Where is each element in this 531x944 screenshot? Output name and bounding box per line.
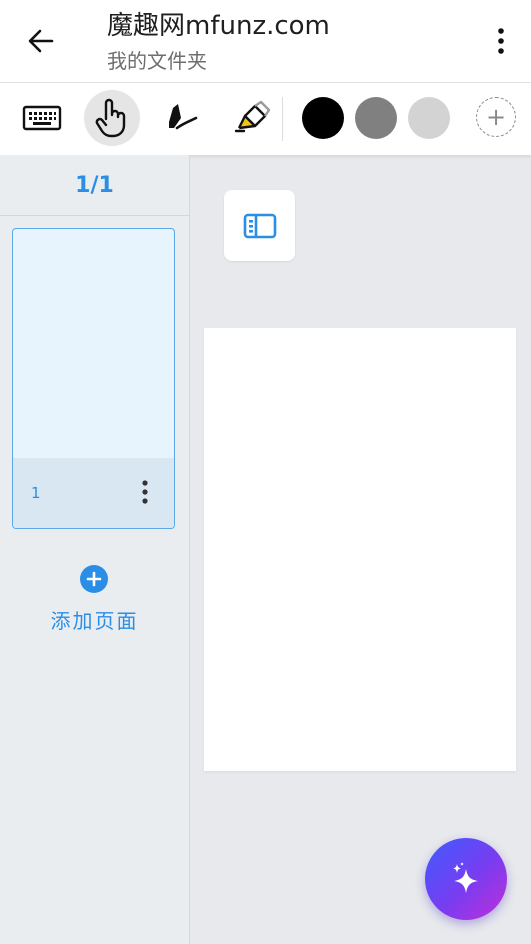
- document-canvas[interactable]: [204, 328, 516, 771]
- thumbnail-menu-button[interactable]: [138, 478, 152, 508]
- pen-tool-button[interactable]: [154, 90, 210, 146]
- keyboard-icon: [22, 105, 62, 131]
- highlighter-tool-button[interactable]: [224, 90, 280, 146]
- add-color-button[interactable]: +: [476, 97, 516, 137]
- keyboard-tool-button[interactable]: [14, 90, 70, 146]
- arrow-left-icon: [28, 29, 54, 53]
- page-counter: 1/1: [0, 155, 189, 216]
- drawing-toolbar: +: [0, 83, 531, 155]
- folder-subtitle: 我的文件夹: [107, 49, 207, 73]
- pen-icon: [169, 104, 198, 130]
- color-swatch-light-gray[interactable]: [408, 97, 450, 139]
- sparkle-icon: [453, 862, 478, 893]
- add-page-icon[interactable]: [80, 565, 108, 593]
- add-page-button[interactable]: 添加页面: [0, 605, 189, 634]
- more-vertical-icon: [142, 480, 148, 504]
- page-title: 魔趣网mfunz.com: [107, 11, 330, 41]
- back-button[interactable]: [24, 24, 58, 58]
- highlighter-icon: [234, 100, 271, 133]
- color-swatch-gray[interactable]: [355, 97, 397, 139]
- more-vertical-icon: [498, 28, 504, 54]
- app-header: 魔趣网mfunz.com 我的文件夹: [0, 0, 531, 83]
- toolbar-divider: [282, 97, 283, 141]
- sidebar-panel-icon: [243, 213, 276, 238]
- page-sidebar: 1/1 1 添加页面: [0, 155, 190, 944]
- toggle-sidebar-button[interactable]: [224, 190, 295, 261]
- hand-pointer-icon: [95, 98, 126, 138]
- thumbnail-page-number: 1: [31, 484, 41, 502]
- color-swatch-black[interactable]: [302, 97, 344, 139]
- ai-assistant-button[interactable]: [425, 838, 507, 920]
- hand-tool-button[interactable]: [84, 90, 140, 146]
- thumbnail-footer: 1: [13, 458, 174, 528]
- page-thumbnail[interactable]: 1: [12, 228, 175, 529]
- more-options-button[interactable]: [486, 24, 516, 58]
- plus-icon: [86, 571, 102, 587]
